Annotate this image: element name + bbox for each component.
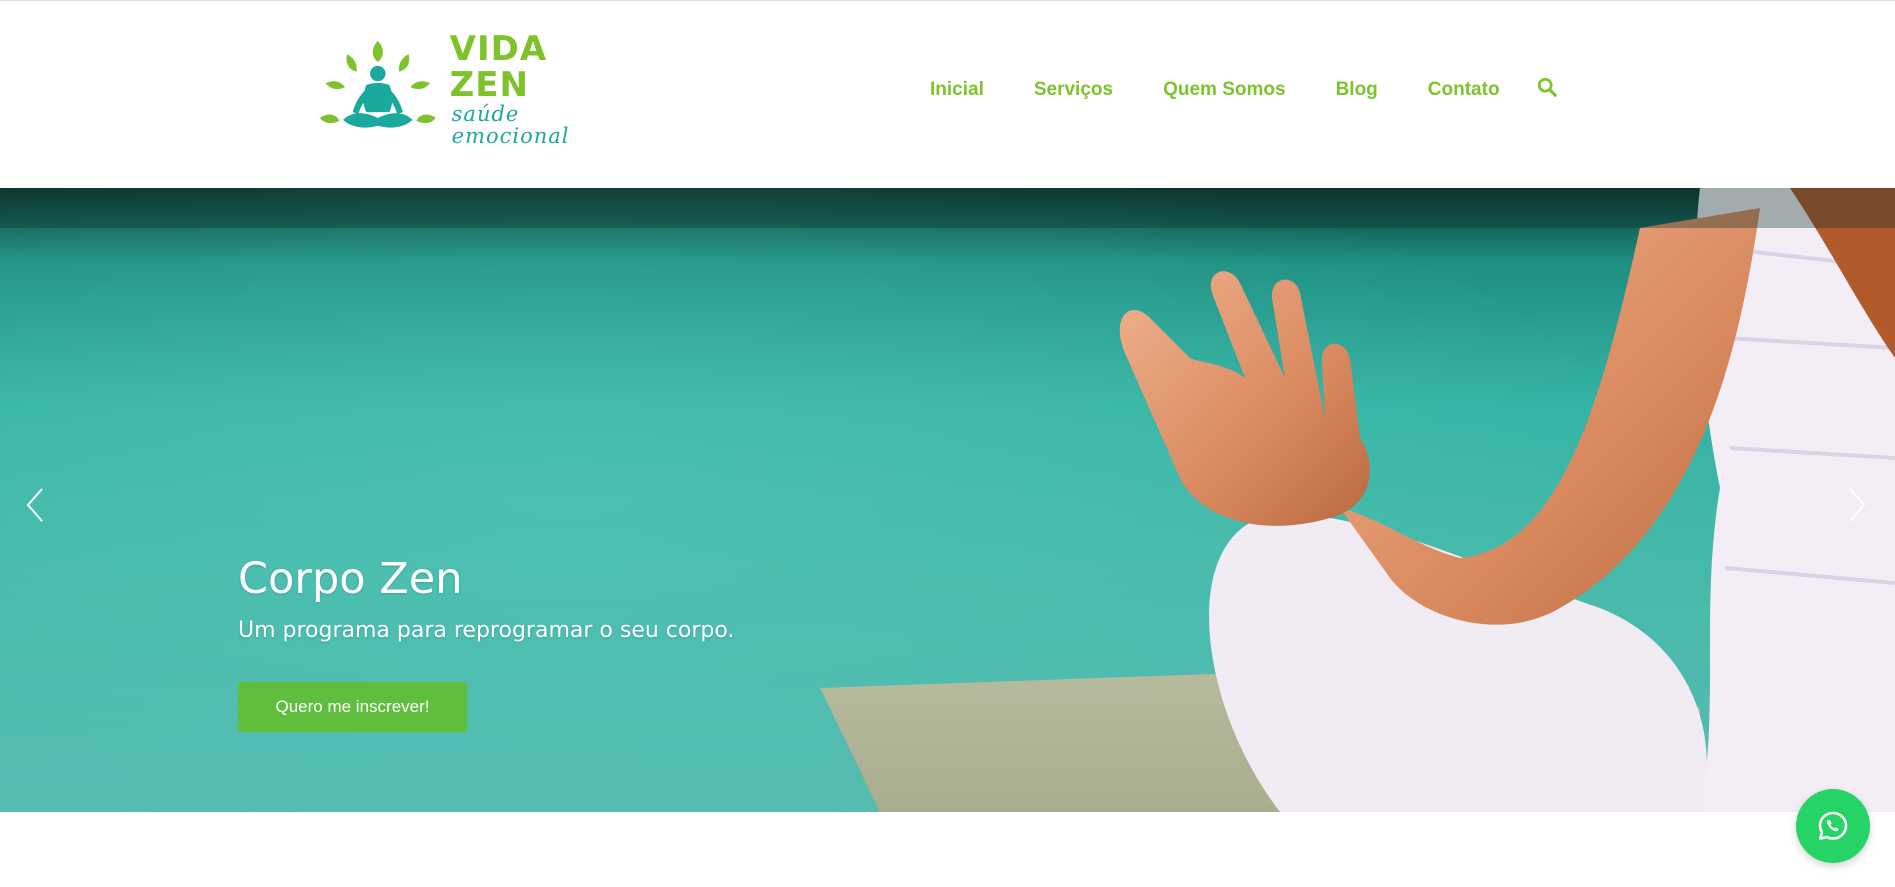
nav-item-contato[interactable]: Contato [1428, 79, 1500, 101]
logo-text: VIDA ZEN saúde emocional [450, 31, 638, 147]
logo[interactable]: VIDA ZEN saúde emocional [318, 31, 638, 147]
nav-item-quem-somos[interactable]: Quem Somos [1163, 79, 1285, 101]
nav-item-inicial[interactable]: Inicial [930, 79, 984, 101]
nav-item-blog[interactable]: Blog [1336, 79, 1378, 101]
nav-item-servicos[interactable]: Serviços [1034, 79, 1113, 101]
whatsapp-icon [1818, 811, 1848, 840]
logo-title: VIDA ZEN [449, 29, 548, 105]
logo-tagline: saúde emocional [451, 102, 570, 148]
whatsapp-button[interactable] [1796, 789, 1870, 863]
chevron-right-icon[interactable] [1842, 483, 1872, 527]
slide-title: Corpo Zen [238, 554, 463, 604]
main-nav: Inicial Serviços Quem Somos Blog Contato [930, 75, 1558, 105]
slide-subtitle: Um programa para reprogramar o seu corpo… [238, 618, 735, 643]
meditation-logo-icon [319, 40, 436, 128]
hero-slider: Corpo Zen Um programa para reprogramar o… [0, 188, 1895, 812]
site-header: VIDA ZEN saúde emocional Inicial Serviço… [0, 1, 1895, 188]
search-icon[interactable] [1536, 76, 1558, 98]
signup-button[interactable]: Quero me inscrever! [238, 682, 467, 732]
chevron-left-icon[interactable] [20, 483, 50, 527]
